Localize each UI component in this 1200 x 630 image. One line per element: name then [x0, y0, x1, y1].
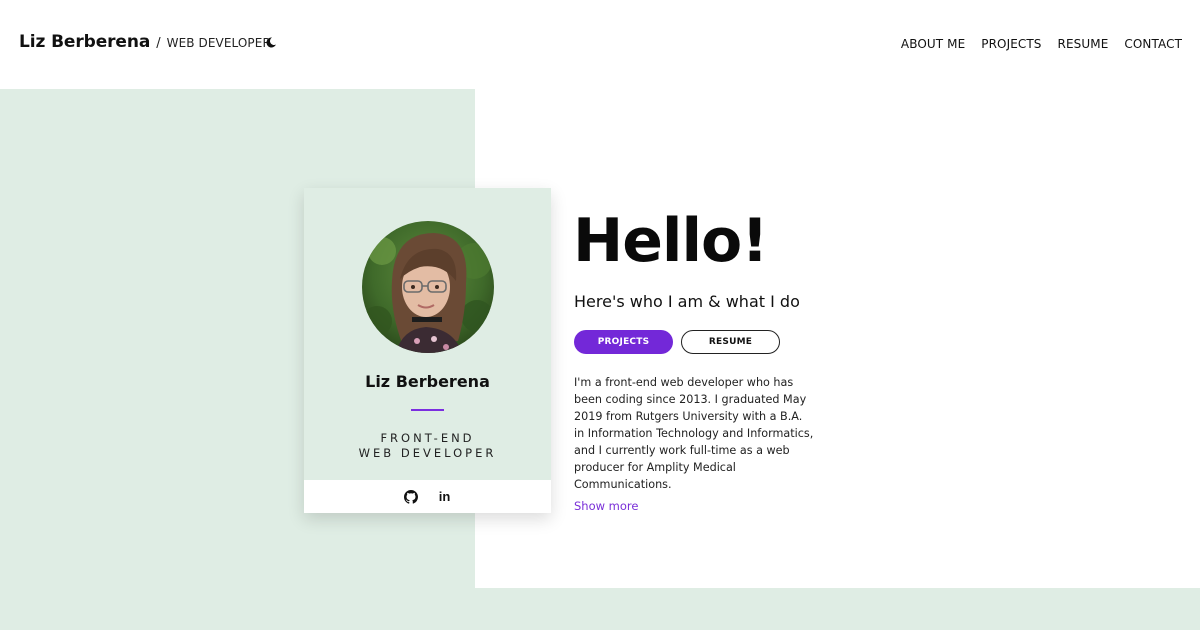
card-role: FRONT-END WEB DEVELOPER: [304, 431, 551, 461]
card-role-line-2: WEB DEVELOPER: [358, 446, 497, 460]
moon-icon[interactable]: [265, 36, 277, 49]
projects-button[interactable]: PROJECTS: [574, 330, 673, 354]
bottom-band: [475, 588, 1200, 630]
github-icon[interactable]: [403, 489, 418, 504]
brand[interactable]: Liz Berberena / WEB DEVELOPER: [19, 32, 271, 52]
nav-resume[interactable]: RESUME: [1058, 37, 1109, 51]
nav-contact[interactable]: CONTACT: [1124, 37, 1182, 51]
profile-card: Liz Berberena FRONT-END WEB DEVELOPER in: [304, 188, 551, 513]
card-divider: [411, 409, 444, 411]
resume-button[interactable]: RESUME: [681, 330, 780, 354]
site-header: Liz Berberena / WEB DEVELOPER ABOUT ME P…: [0, 0, 1200, 89]
show-more-link[interactable]: Show more: [574, 499, 638, 513]
avatar: [362, 221, 494, 353]
hero-heading: Hello!: [573, 206, 769, 276]
brand-name[interactable]: Liz Berberena: [19, 32, 150, 52]
linkedin-icon[interactable]: in: [437, 489, 452, 504]
brand-role: WEB DEVELOPER: [166, 36, 271, 50]
card-name: Liz Berberena: [365, 372, 490, 391]
brand-separator: /: [156, 36, 161, 51]
nav-about-me[interactable]: ABOUT ME: [901, 37, 965, 51]
hero-subtitle: Here's who I am & what I do: [574, 292, 800, 311]
bio-text: I'm a front-end web developer who has be…: [574, 376, 814, 491]
social-links: in: [304, 480, 551, 513]
main-nav: ABOUT ME PROJECTS RESUME CONTACT: [901, 37, 1182, 51]
card-role-line-1: FRONT-END: [380, 431, 475, 445]
nav-projects[interactable]: PROJECTS: [981, 37, 1041, 51]
